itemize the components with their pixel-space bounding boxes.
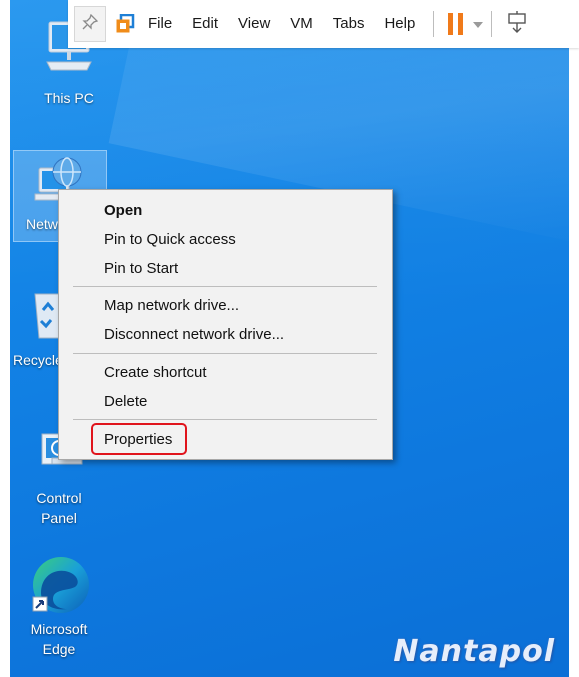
pause-button[interactable] bbox=[448, 13, 464, 35]
watermark: Nantapol bbox=[393, 634, 555, 669]
menu-edit[interactable]: Edit bbox=[182, 0, 228, 48]
menu-item-open[interactable]: Open bbox=[104, 202, 142, 219]
edge-icon bbox=[14, 553, 104, 617]
this-pc-label: This PC bbox=[44, 90, 94, 106]
pause-icon-bar-left bbox=[448, 13, 454, 35]
menu-help[interactable]: Help bbox=[374, 0, 425, 48]
pause-icon-bar-right bbox=[458, 13, 464, 35]
menu-separator bbox=[73, 353, 377, 354]
menu-separator bbox=[73, 419, 377, 420]
context-menu: Open Pin to Quick access Pin to Start Ma… bbox=[58, 189, 393, 460]
control-panel-label-line1: Control bbox=[36, 490, 82, 506]
menu-separator bbox=[73, 286, 377, 287]
control-panel-label-line2: Panel bbox=[41, 510, 77, 526]
edge-label-line2: Edge bbox=[42, 641, 76, 657]
toolbar-separator-2 bbox=[491, 11, 493, 37]
menu-item-pin-to-start[interactable]: Pin to Start bbox=[104, 260, 178, 277]
menu-item-delete[interactable]: Delete bbox=[104, 393, 147, 410]
menu-tabs[interactable]: Tabs bbox=[323, 0, 375, 48]
toolbar-separator bbox=[433, 11, 435, 37]
menu-item-disconnect-network-drive[interactable]: Disconnect network drive... bbox=[104, 326, 284, 343]
vm-toolbar: File Edit View VM Tabs Help bbox=[68, 0, 579, 48]
menu-item-map-network-drive[interactable]: Map network drive... bbox=[104, 297, 239, 314]
properties-highlight-box bbox=[91, 423, 187, 455]
vmware-app-icon[interactable] bbox=[112, 7, 138, 41]
send-ctrl-alt-del-icon[interactable] bbox=[506, 10, 528, 38]
menu-view[interactable]: View bbox=[228, 0, 280, 48]
desktop-icon-microsoft-edge[interactable]: Microsoft Edge bbox=[14, 553, 104, 659]
menu-vm[interactable]: VM bbox=[280, 0, 323, 48]
edge-label-line1: Microsoft bbox=[30, 621, 88, 637]
pin-toolbar-button[interactable] bbox=[74, 6, 106, 42]
menu-item-create-shortcut[interactable]: Create shortcut bbox=[104, 364, 207, 381]
pause-dropdown-chevron-down-icon[interactable] bbox=[473, 15, 484, 33]
menu-file[interactable]: File bbox=[138, 0, 182, 48]
pin-icon bbox=[82, 13, 99, 35]
menu-item-pin-to-quick-access[interactable]: Pin to Quick access bbox=[104, 231, 236, 248]
